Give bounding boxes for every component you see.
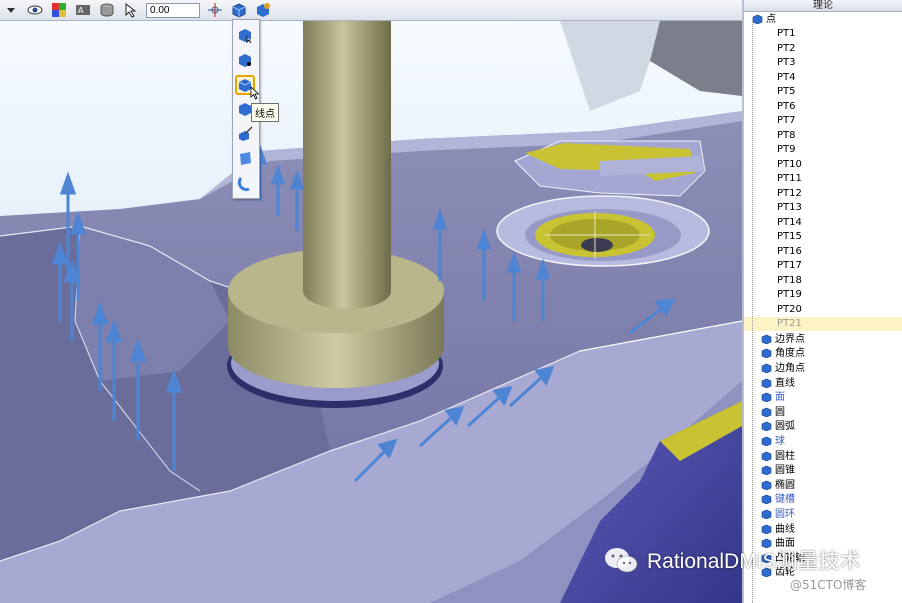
tree-item-label: 圆 xyxy=(775,406,785,418)
tolerance-input[interactable] xyxy=(146,2,200,18)
tree-item-label: 曲线 xyxy=(775,523,795,535)
feature-icon xyxy=(761,509,772,520)
tree-item-feature[interactable]: 边界点 xyxy=(744,333,805,347)
tree-item-label: PT18 xyxy=(777,274,802,286)
view-icon[interactable] xyxy=(26,1,44,19)
tooltip: 线点 xyxy=(251,103,279,122)
tree-item-label: 圆柱 xyxy=(775,450,795,462)
wechat-icon xyxy=(605,548,638,573)
feature-icon xyxy=(761,465,772,476)
blog-watermark: @51CTO博客 xyxy=(790,578,867,592)
tree-item-feature[interactable]: 角度点 xyxy=(744,347,805,361)
watermark: RationalDMIS测量技术 xyxy=(603,545,861,575)
settings-icon[interactable] xyxy=(254,1,272,19)
layer-icon[interactable] xyxy=(98,1,116,19)
feature-icon xyxy=(761,436,772,447)
svg-text:A: A xyxy=(78,6,84,15)
select-icon[interactable] xyxy=(122,1,140,19)
measure-icon[interactable] xyxy=(206,1,224,19)
toolbar: A xyxy=(0,0,742,21)
surface-point-icon[interactable] xyxy=(236,26,254,44)
tree-item-label: PT21 xyxy=(777,318,802,330)
feature-icon xyxy=(761,348,772,359)
tree-item-feature[interactable]: 面 xyxy=(744,391,785,405)
tree-item-label: 面 xyxy=(775,392,785,404)
label-icon[interactable]: A xyxy=(74,1,92,19)
tree-item-feature[interactable]: 圆 xyxy=(744,406,785,420)
tree-header: 理论 xyxy=(744,0,902,12)
feature-icon xyxy=(761,392,772,403)
vector-point-icon[interactable] xyxy=(236,124,254,142)
tree-item-label: PT17 xyxy=(777,260,802,272)
tree-item-label: 边角点 xyxy=(775,362,805,374)
tree-item-label: 角度点 xyxy=(775,348,805,360)
color-icon[interactable] xyxy=(50,1,68,19)
tree-item-label: 点 xyxy=(766,14,776,25)
tree-item-label: PT13 xyxy=(777,202,802,214)
tree-item-label: PT7 xyxy=(777,115,796,127)
tree-item-label: PT15 xyxy=(777,231,802,243)
edge-point-icon[interactable] xyxy=(236,51,254,69)
tree-item-label: 键槽 xyxy=(775,494,795,506)
tree-item-label: PT11 xyxy=(777,173,802,185)
tree-item-label: PT5 xyxy=(777,86,796,98)
tree-item-label: PT14 xyxy=(777,216,802,228)
part-model xyxy=(0,21,742,603)
tree-item-label: 球 xyxy=(775,435,785,447)
dropdown-arrow-icon[interactable] xyxy=(2,1,20,19)
tree-item-label: 圆锥 xyxy=(775,465,795,477)
tree-item-label: PT8 xyxy=(777,129,796,141)
point-icon xyxy=(752,14,763,25)
tree-item-label: PT9 xyxy=(777,144,796,156)
tree-item-label: PT6 xyxy=(777,100,796,112)
feature-tree-panel: 理论 点 PT1 PT2 PT3 PT4 PT5 PT6 PT7 PT8 PT9 PT10 PT11 P… xyxy=(742,0,902,603)
tree-item-label: 椭圆 xyxy=(775,479,795,491)
point-type-icon[interactable] xyxy=(230,1,248,19)
face-point-icon[interactable] xyxy=(236,149,254,167)
tree-item-label: 圆环 xyxy=(775,508,795,520)
tree-item-label: PT12 xyxy=(777,187,802,199)
feature-icon xyxy=(761,407,772,418)
tree-item-label: 直线 xyxy=(775,377,795,389)
feature-icon xyxy=(761,363,772,374)
tree-item-label: PT2 xyxy=(777,42,796,54)
feature-icon xyxy=(761,494,772,505)
tree-item-point[interactable]: PT21 xyxy=(744,317,902,332)
arc-point-icon[interactable] xyxy=(236,174,254,192)
feature-icon xyxy=(761,524,772,534)
tree-guide-line xyxy=(752,22,753,603)
tree-item-label: PT19 xyxy=(777,289,802,301)
mouse-cursor-icon xyxy=(250,86,260,100)
tree-item-feature[interactable]: 球 xyxy=(744,435,785,449)
tree-root-points[interactable]: 点 xyxy=(744,13,776,27)
tree-item-label: PT3 xyxy=(777,57,796,69)
feature-icon xyxy=(761,451,772,461)
tree-item-label: 边界点 xyxy=(775,333,805,345)
feature-icon xyxy=(761,378,772,388)
feature-icon xyxy=(761,334,772,345)
tree-item-feature[interactable]: 边角点 xyxy=(744,362,805,376)
feature-icon xyxy=(761,480,772,491)
tree-item-label: PT1 xyxy=(777,28,796,40)
cad-viewport[interactable] xyxy=(0,21,742,603)
tree-item-label: PT20 xyxy=(777,303,802,315)
tree-item-label: PT16 xyxy=(777,245,802,257)
tree-item-label: 圆弧 xyxy=(775,421,795,433)
tree-item-label: PT10 xyxy=(777,158,802,170)
watermark-text: RationalDMIS测量技术 xyxy=(647,550,861,573)
tree-item-label: PT4 xyxy=(777,71,796,83)
feature-icon xyxy=(761,421,772,432)
